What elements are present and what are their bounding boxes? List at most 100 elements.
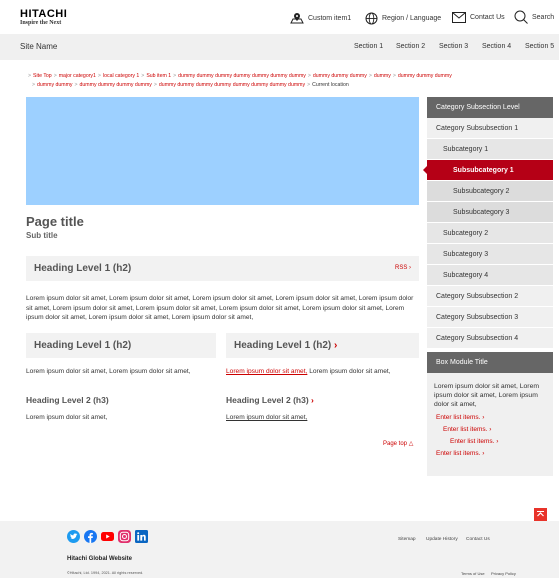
rss-link[interactable]: RSS ›	[395, 265, 411, 271]
breadcrumb-separator-icon: >	[392, 73, 396, 79]
arrow-up-circle-icon: △	[408, 441, 414, 447]
back-to-top-button[interactable]	[534, 508, 547, 521]
breadcrumb-separator-icon: >	[141, 73, 145, 79]
envelope-icon	[452, 12, 466, 23]
region-language-link[interactable]: Region / Language	[365, 12, 441, 25]
breadcrumb-row-1: > Site Top > major category1 > local category…	[26, 72, 556, 81]
chevron-right-icon: ›	[496, 438, 499, 445]
heading-bar-main: Heading Level 1 (h2) RSS ›	[26, 256, 419, 281]
footer-link-contact-us[interactable]: Contact Us	[466, 537, 490, 542]
heading-left: Heading Level 1 (h2)	[34, 340, 132, 351]
breadcrumb-link[interactable]: dummy dummy	[37, 82, 72, 88]
breadcrumb-separator-icon: >	[153, 82, 157, 88]
site-name[interactable]: Site Name	[20, 42, 57, 51]
breadcrumb-separator-icon: >	[307, 73, 311, 79]
nav-section-1[interactable]: Section 1	[354, 43, 383, 50]
breadcrumb-separator-icon: >	[28, 73, 32, 79]
contact-us-link[interactable]: Contact Us	[452, 12, 505, 23]
page-title: Page title	[26, 214, 84, 229]
breadcrumb-link[interactable]: dummy dummy dummy dummy dummy dummy dumm…	[178, 73, 306, 79]
nav-section-4[interactable]: Section 4	[482, 43, 511, 50]
instagram-icon[interactable]	[118, 530, 131, 543]
custom-item-label: Custom item1	[308, 14, 352, 22]
breadcrumb-link[interactable]: Site Top	[33, 73, 52, 79]
heading-right-text: Heading Level 1 (h2)	[234, 340, 332, 351]
footer-site-name: Hitachi Global Website	[67, 556, 132, 562]
right-subheading-text: Heading Level 2 (h3)	[226, 395, 309, 405]
breadcrumb-link[interactable]: Sub item 1	[146, 73, 171, 79]
box-list-item[interactable]: Enter list items. ›	[436, 450, 484, 457]
right-subheading-link[interactable]: Heading Level 2 (h3) ›	[226, 395, 314, 405]
breadcrumb-link[interactable]: dummy dummy dummy dummy dummy dummy dumm…	[159, 82, 305, 88]
hitachi-logo[interactable]: HITACHI Inspire the Next	[20, 9, 67, 27]
globe-icon	[365, 12, 378, 25]
chevron-up-icon	[537, 511, 544, 517]
sidebar-item[interactable]: Category Subsubsection 4	[427, 328, 553, 349]
heading-bar-right[interactable]: Heading Level 1 (h2) ›	[226, 333, 419, 358]
box-list-item[interactable]: Enter list items. ›	[450, 438, 498, 445]
breadcrumb: > Site Top > major category1 > local category…	[26, 72, 556, 90]
sidebar-item[interactable]: Subcategory 3	[427, 244, 553, 265]
footer-copyright: ©Hitachi, Ltd. 1994, 2021. All rights re…	[67, 571, 144, 575]
site-nav-bar: Site Name Section 1 Section 2 Section 3 …	[0, 34, 559, 60]
footer-link-sitemap[interactable]: Sitemap	[398, 537, 416, 542]
breadcrumb-link[interactable]: dummy dummy dummy	[313, 73, 367, 79]
linkedin-icon[interactable]	[135, 530, 148, 543]
sidebar-nav: Category Subsection Level Category Subsu…	[423, 97, 553, 349]
left-subheading: Heading Level 2 (h3)	[26, 395, 109, 405]
breadcrumb-current: Current location	[312, 82, 349, 88]
sidebar-item[interactable]: Category Subsubsection 3	[427, 307, 553, 328]
box-module: Box Module Title Lorem ipsum dolor sit a…	[427, 352, 553, 476]
box-list-item[interactable]: Enter list items. ›	[443, 426, 491, 433]
left-paragraph-2: Lorem ipsum dolor sit amet,	[26, 414, 108, 421]
box-list-item[interactable]: Enter list items. ›	[436, 414, 484, 421]
page-subtitle: Sub title	[26, 231, 58, 240]
breadcrumb-link[interactable]: dummy	[374, 73, 391, 79]
youtube-icon[interactable]	[101, 530, 114, 543]
sidebar-item[interactable]: Category Subsubsection 2	[427, 286, 553, 307]
sidebar-item[interactable]: Subcategory 4	[427, 265, 553, 286]
breadcrumb-row-2: > dummy dummy > dummy dummy dummy dummy > dum…	[26, 81, 556, 90]
search-link[interactable]: Search	[514, 10, 554, 24]
right-paragraph-2-link[interactable]: Lorem ipsum dolor sit amet,	[226, 413, 307, 423]
twitter-icon[interactable]	[67, 530, 80, 543]
nav-section-5[interactable]: Section 5	[525, 43, 554, 50]
sidebar-item[interactable]: Category Subsubsection 1	[427, 118, 553, 139]
sidebar-item[interactable]: Subsubcategory 2	[427, 181, 553, 202]
breadcrumb-link[interactable]: dummy dummy dummy	[398, 73, 452, 79]
nav-section-3[interactable]: Section 3	[439, 43, 468, 50]
right-paragraph: Lorem ipsum dolor sit amet, Lorem ipsum …	[226, 367, 416, 377]
footer-link-update-history[interactable]: Update History	[426, 537, 458, 542]
sidebar-item[interactable]: Subcategory 1	[427, 139, 553, 160]
search-label: Search	[532, 13, 555, 21]
custom-item-link[interactable]: Custom item1	[290, 12, 351, 24]
footer-link-terms[interactable]: Terms of Use	[461, 571, 485, 576]
heading-right: Heading Level 1 (h2) ›	[234, 340, 337, 351]
chevron-right-icon: ›	[311, 395, 314, 405]
box-title: Box Module Title	[427, 352, 553, 373]
breadcrumb-link[interactable]: local category 1	[103, 73, 139, 79]
rss-label: RSS	[394, 265, 408, 271]
breadcrumb-separator-icon: >	[32, 82, 36, 88]
main-paragraph: Lorem ipsum dolor sit amet, Lorem ipsum …	[26, 295, 414, 321]
breadcrumb-separator-icon: >	[97, 73, 101, 79]
heading-main: Heading Level 1 (h2)	[34, 263, 132, 274]
breadcrumb-link[interactable]: major category1	[59, 73, 96, 79]
nav-section-2[interactable]: Section 2	[396, 43, 425, 50]
page-top-link[interactable]: Page top △	[383, 440, 413, 447]
right-paragraph-link[interactable]: Lorem ipsum dolor sit amet,	[226, 368, 307, 375]
box-list-item-text: Enter list items.	[450, 438, 495, 445]
footer-link-privacy[interactable]: Privacy Policy	[491, 571, 516, 576]
breadcrumb-link[interactable]: dummy dummy dummy dummy	[80, 82, 152, 88]
box-list-item-text: Enter list items.	[443, 426, 488, 433]
breadcrumb-separator-icon: >	[74, 82, 78, 88]
sidebar-item[interactable]: Subcategory 2	[427, 223, 553, 244]
chevron-right-icon: ›	[482, 414, 485, 421]
box-list-item-text: Enter list items.	[436, 414, 481, 421]
breadcrumb-separator-icon: >	[368, 73, 372, 79]
sidebar-item[interactable]: Subsubcategory 3	[427, 202, 553, 223]
box-list-item-text: Enter list items.	[436, 450, 481, 457]
sidebar-item[interactable]: Subsubcategory 1	[423, 160, 553, 181]
chevron-right-icon: ›	[482, 450, 485, 457]
facebook-icon[interactable]	[84, 530, 97, 543]
